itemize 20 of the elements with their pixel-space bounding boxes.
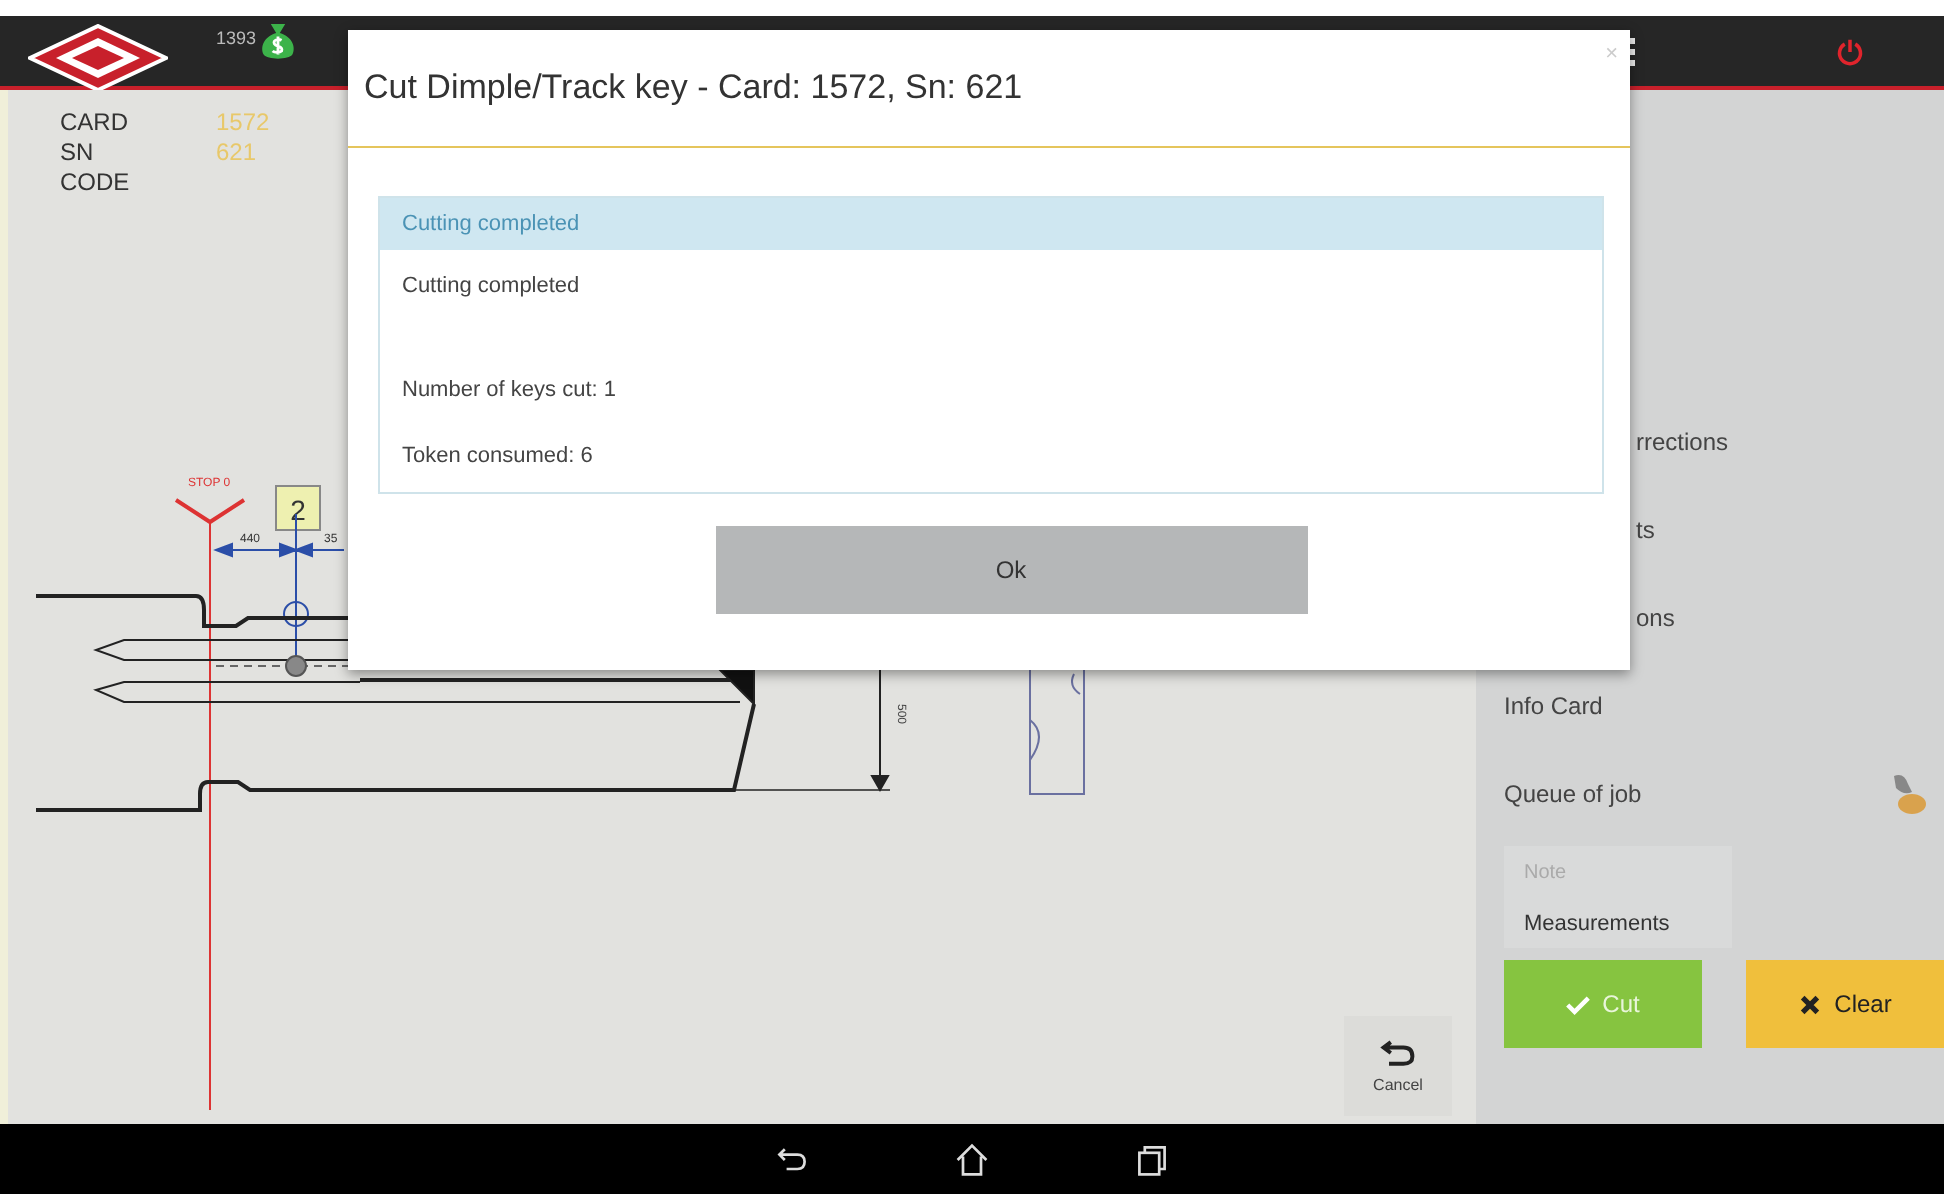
info-label: CARD: [60, 108, 131, 138]
cancel-button[interactable]: Cancel: [1344, 1016, 1452, 1116]
menu-item[interactable]: Queue of job: [1504, 780, 1642, 808]
alert-text: Cutting completed: [402, 272, 582, 302]
menu-item[interactable]: Info Card: [1504, 692, 1603, 720]
info-label: CODE: [60, 168, 132, 198]
clear-button[interactable]: Clear: [1746, 960, 1944, 1048]
menu-item[interactable]: ts: [1636, 516, 1655, 544]
dialog-title: Cut Dimple/Track key - Card: 1572, Sn: 621: [364, 68, 1023, 108]
alert-text: Token consumed: 6: [402, 442, 595, 472]
alert-text: Number of keys cut: 1: [402, 376, 618, 406]
ok-button[interactable]: Ok: [715, 526, 1307, 614]
alert-heading: Cutting completed: [380, 198, 1602, 250]
measurements-label[interactable]: Measurements: [1524, 912, 1732, 936]
info-value: 621: [216, 138, 259, 168]
info-label: SN: [60, 138, 96, 168]
menu-item[interactable]: rrections: [1636, 428, 1729, 456]
info-value: 1572: [216, 108, 272, 138]
menu-item[interactable]: ons: [1636, 604, 1675, 632]
token-count: 1393: [216, 28, 257, 48]
